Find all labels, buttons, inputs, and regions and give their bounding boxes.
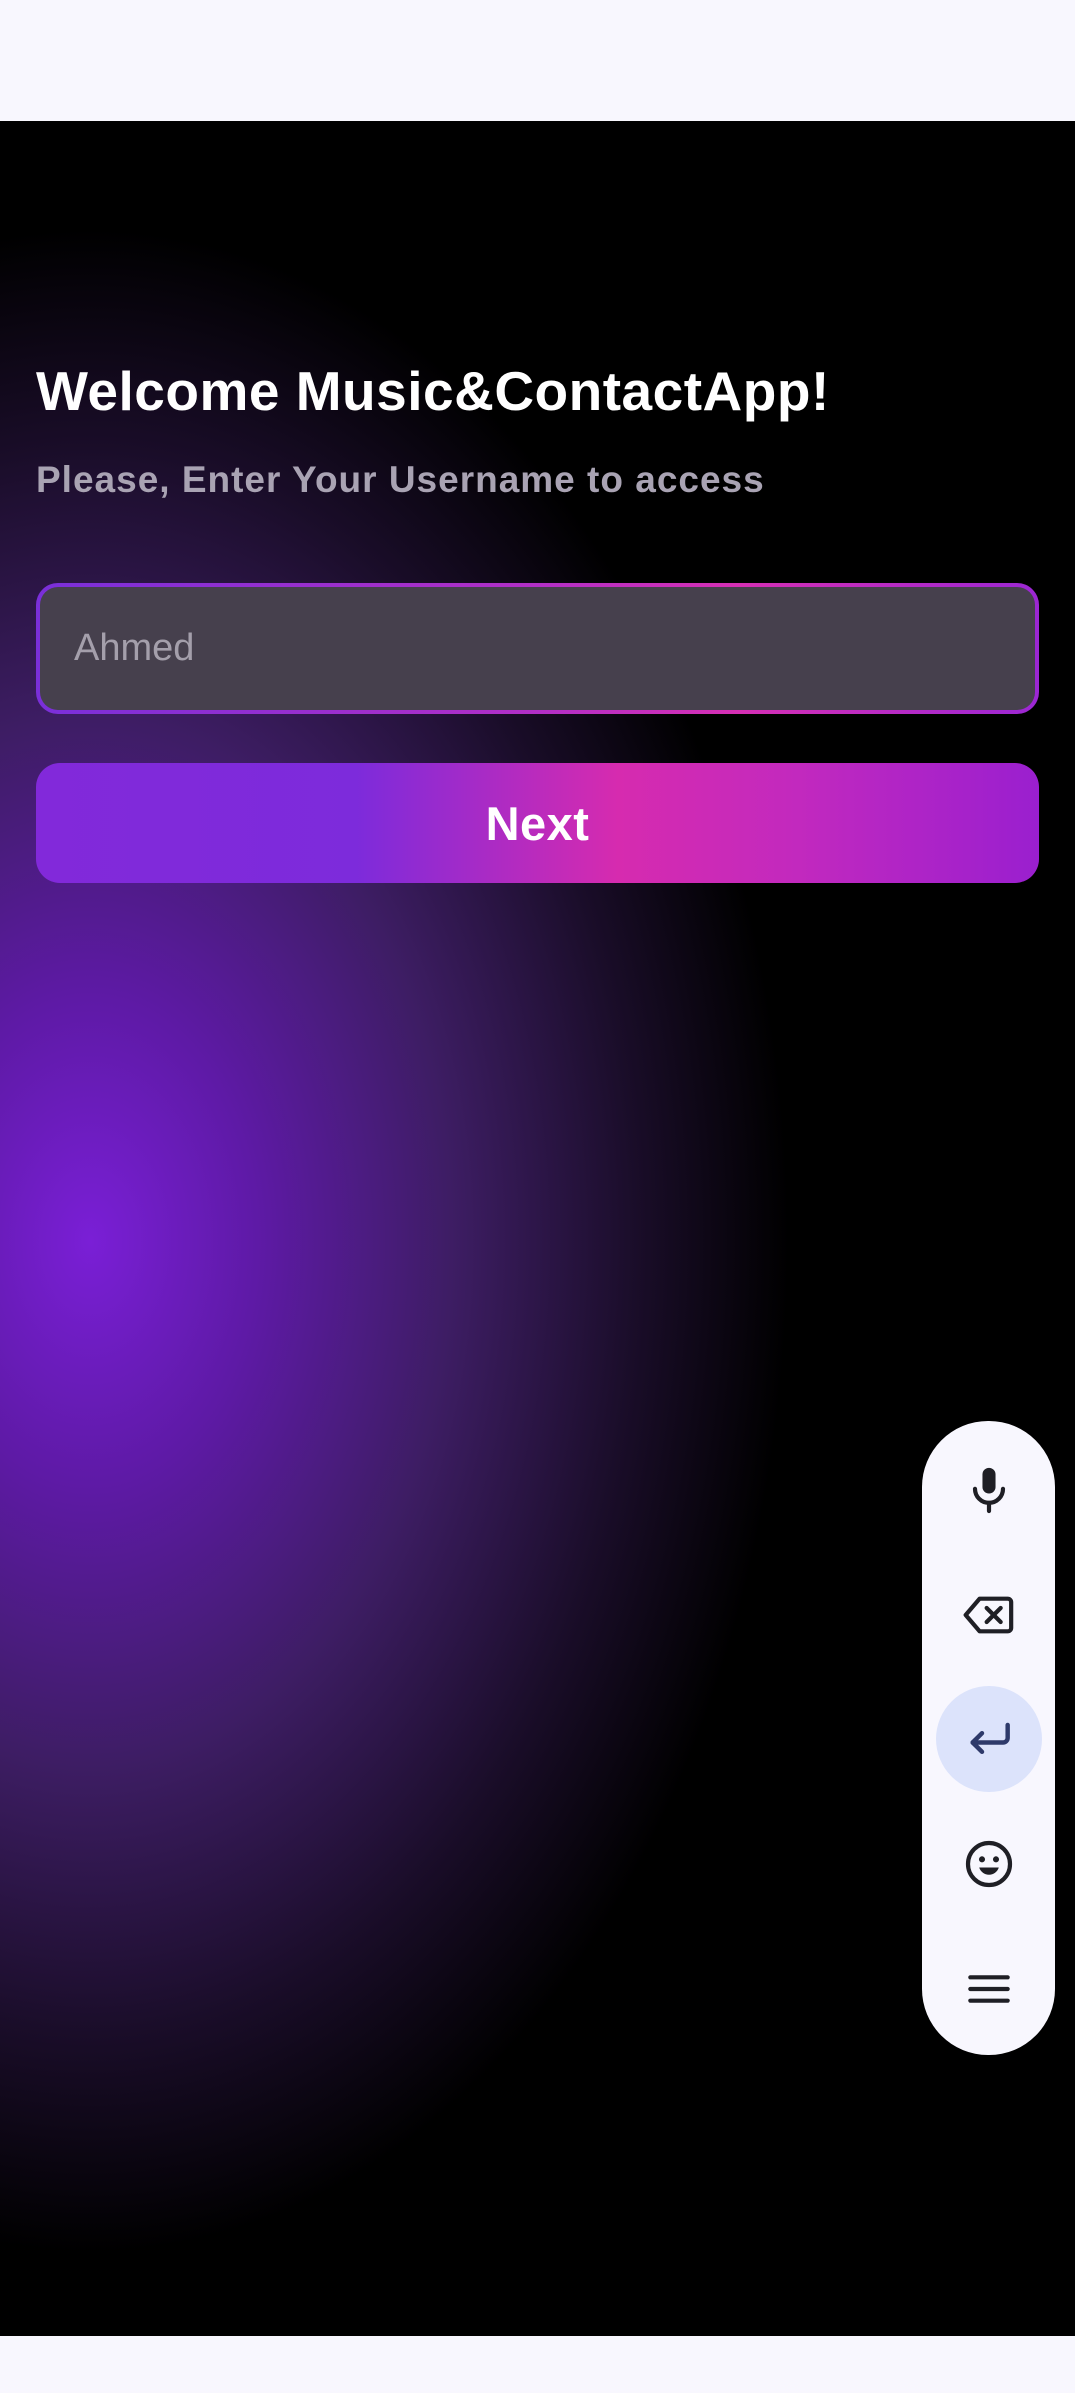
next-button[interactable]: Next (36, 763, 1039, 883)
emoji-icon (965, 1840, 1013, 1888)
menu-button[interactable] (936, 1936, 1042, 2042)
microphone-button[interactable] (936, 1437, 1042, 1543)
emoji-button[interactable] (936, 1811, 1042, 1917)
login-screen: Welcome Music&ContactApp! Please, Enter … (0, 121, 1075, 2336)
username-field-border (36, 583, 1039, 714)
page-subtitle: Please, Enter Your Username to access (36, 459, 765, 500)
backspace-button[interactable] (936, 1562, 1042, 1668)
keyboard-floating-toolbar (922, 1421, 1055, 2055)
status-bar (0, 0, 1075, 121)
next-button-label: Next (485, 796, 590, 850)
username-input[interactable] (40, 587, 1035, 710)
page-title: Welcome Music&ContactApp! (36, 360, 830, 422)
menu-icon (968, 1975, 1010, 2003)
microphone-icon (972, 1467, 1006, 1514)
enter-icon (970, 1722, 1010, 1755)
navigation-bar (0, 2336, 1075, 2393)
backspace-icon (963, 1596, 1014, 1634)
enter-button[interactable] (936, 1686, 1042, 1792)
